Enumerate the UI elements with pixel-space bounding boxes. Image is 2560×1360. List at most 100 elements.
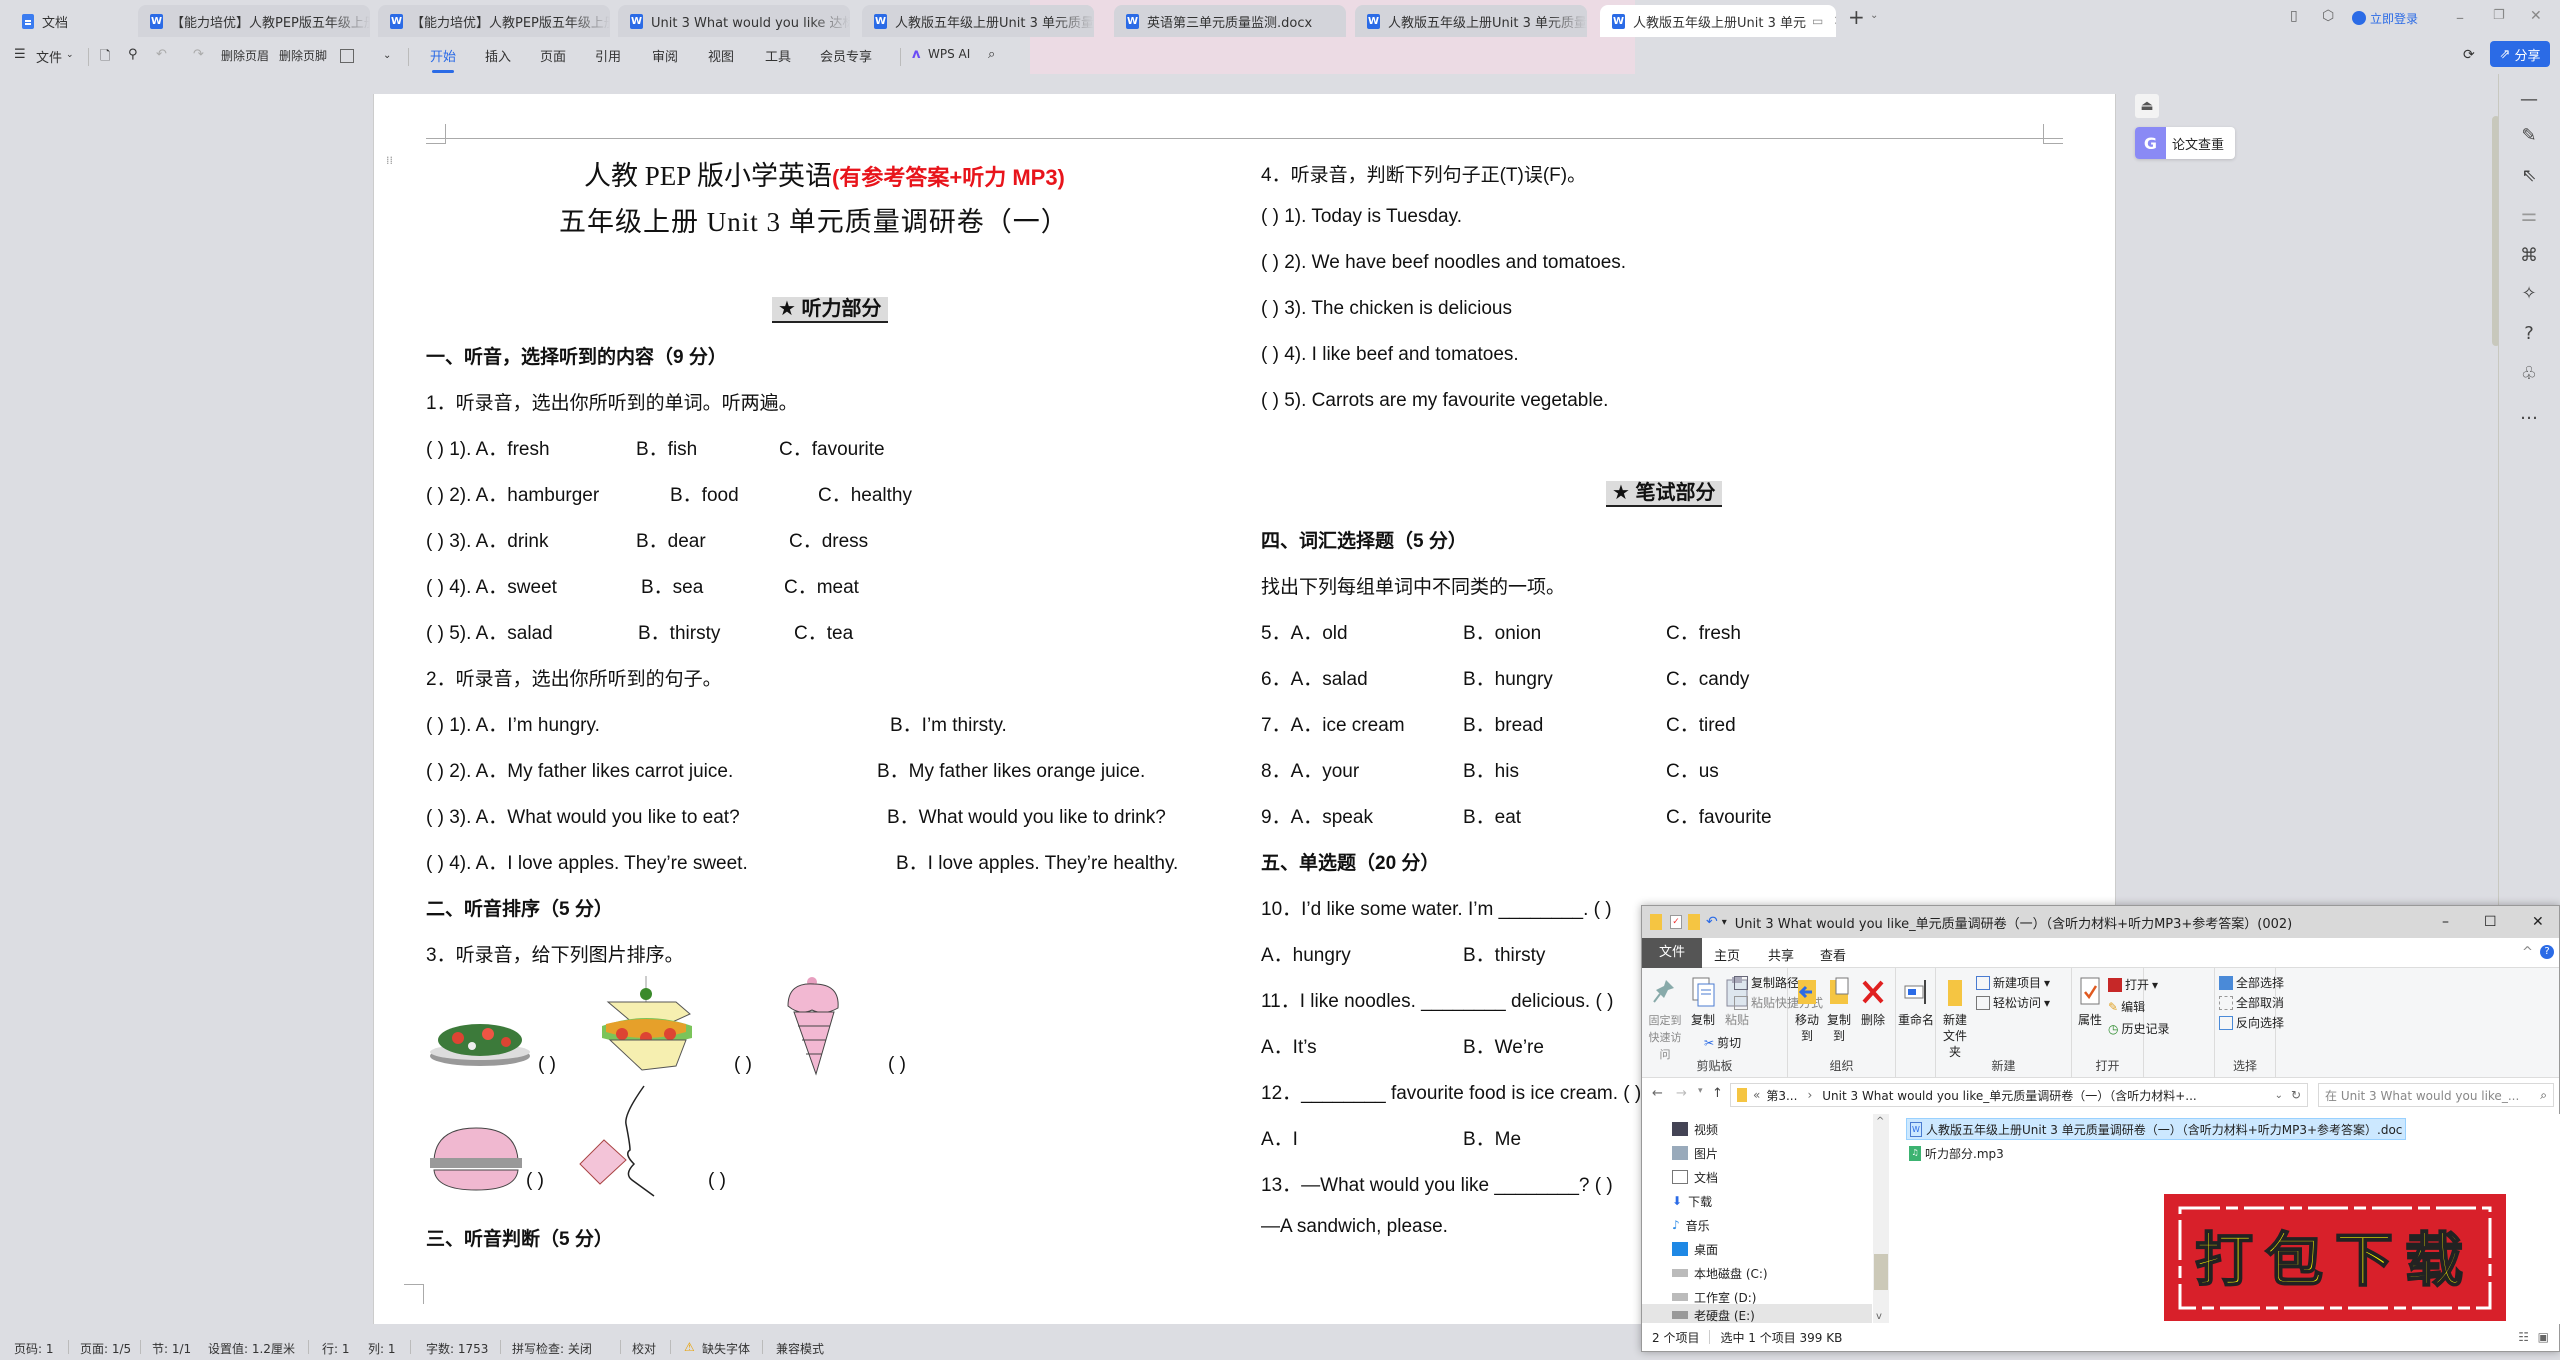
wps-ai-button[interactable]: WPS AI — [928, 47, 970, 61]
nav-item-downloads[interactable]: ⬇ 下载 — [1672, 1190, 1872, 1212]
paper-check-button[interactable]: G 论文查重 — [2135, 127, 2235, 159]
ribbon-tab-insert[interactable]: 插入 — [485, 46, 511, 65]
format-painter-icon[interactable]: ⚲ — [128, 47, 138, 62]
status-word-count[interactable]: 字数: 1753 — [426, 1340, 488, 1357]
move-to-button[interactable]: 移动到 — [1792, 976, 1822, 1044]
status-section[interactable]: 节: 1/1 — [152, 1340, 191, 1357]
pin-quick-access-button[interactable]: 固定到快速访问 — [1646, 976, 1684, 1063]
more-chevron-icon[interactable]: ⌄ — [383, 50, 391, 61]
spell-check-toggle[interactable]: 拼写检查: 关闭 — [512, 1340, 592, 1357]
cloud-sync-icon[interactable]: ⟳ — [2463, 47, 2475, 63]
download-stamp[interactable]: 打包下载 — [2160, 1190, 2510, 1325]
tab-list-chevron-icon[interactable]: ⌄ — [1870, 10, 1878, 21]
ribbon-tab-page[interactable]: 页面 — [540, 46, 566, 65]
tab-document-2[interactable]: W 【能力培优】人教PEP版五年级上册英 — [378, 5, 610, 37]
back-arrow-icon[interactable]: ← — [1652, 1086, 1663, 1101]
tab-home[interactable]: 文档 — [10, 5, 130, 37]
select-none-button[interactable]: 全部取消 — [2219, 994, 2284, 1011]
refresh-icon[interactable]: ↻ — [2291, 1088, 2301, 1102]
new-tab-icon[interactable]: + — [1848, 5, 1865, 29]
ribbon-tab-view[interactable]: 视图 — [708, 46, 734, 65]
ribbon-tab-tools[interactable]: 工具 — [765, 46, 791, 65]
tab-document-4[interactable]: W 人教版五年级上册Unit 3 单元质量调研 — [862, 5, 1094, 37]
monitor-icon[interactable]: ▭ — [1812, 14, 1823, 28]
new-folder-button[interactable]: 新建文件夹 — [1940, 976, 1970, 1060]
help-icon[interactable]: ? — [2540, 945, 2554, 959]
adjust-sliders-icon[interactable]: ⚌ — [2517, 204, 2541, 228]
chevron-down-icon[interactable]: ⌄ — [66, 50, 74, 60]
nav-item-desktop[interactable]: 桌面 — [1672, 1238, 1872, 1260]
cut-button[interactable]: ✂ 剪切 — [1704, 1034, 1741, 1051]
save-icon[interactable]: 🗋 — [100, 47, 110, 69]
tab-document-5[interactable]: W 英语第三单元质量监测.docx — [1114, 5, 1346, 37]
explorer-titlebar[interactable]: ✓ ↶ ▾ Unit 3 What would you like_单元质量调研卷… — [1642, 906, 2559, 938]
explorer-search-input[interactable]: 在 Unit 3 What would you like_... ⌕ — [2318, 1083, 2554, 1107]
cube-icon[interactable]: ⬡ — [2322, 8, 2334, 24]
explorer-tab-home[interactable]: 主页 — [1714, 945, 1740, 964]
rename-button[interactable]: 重命名 — [1896, 976, 1936, 1028]
address-bar[interactable]: « 第3... › Unit 3 What would you like_单元质… — [1730, 1083, 2308, 1107]
help-icon[interactable]: ? — [2517, 322, 2541, 346]
pen-icon[interactable]: ✎ — [2517, 124, 2541, 148]
undo-icon[interactable]: ↶ — [156, 47, 167, 62]
breadcrumb-item[interactable]: Unit 3 What would you like_单元质量调研卷（一）（含听… — [1822, 1087, 2197, 1104]
menu-icon[interactable]: ☰ — [14, 47, 26, 62]
copy-to-button[interactable]: 复制到 — [1824, 976, 1854, 1044]
large-icons-view-icon[interactable]: ▣ — [2538, 1330, 2549, 1344]
forward-arrow-icon[interactable]: → — [1676, 1086, 1687, 1101]
ribbon-tab-review[interactable]: 审阅 — [652, 46, 678, 65]
delete-button[interactable]: 删除 — [1860, 976, 1886, 1028]
properties-quick-icon[interactable]: ✓ — [1670, 915, 1682, 929]
login-link[interactable]: 立即登录 — [2370, 10, 2418, 27]
missing-font-button[interactable]: 缺失字体 — [702, 1340, 750, 1357]
address-dropdown-icon[interactable]: ⌄ — [2275, 1090, 2283, 1101]
new-item-button[interactable]: 新建项目 ▾ — [1976, 974, 2050, 991]
redo-icon[interactable]: ↷ — [193, 47, 204, 62]
nav-item-pictures[interactable]: 图片 — [1672, 1142, 1872, 1164]
undo-quick-icon[interactable]: ↶ — [1706, 914, 1718, 930]
tablet-mode-icon[interactable]: ▯ — [2290, 8, 2298, 24]
tab-document-1[interactable]: W 【能力培优】人教PEP版五年级上册英 — [138, 5, 370, 37]
search-icon[interactable]: ⌕ — [988, 47, 995, 62]
collapse-ribbon-icon[interactable]: ^ — [2522, 945, 2533, 960]
magic-tools-icon[interactable]: ✧ — [2517, 282, 2541, 306]
skin-icon[interactable]: ♧ — [2517, 362, 2541, 386]
details-view-icon[interactable]: ☷ — [2518, 1330, 2529, 1344]
nav-item-documents[interactable]: 文档 — [1672, 1166, 1872, 1188]
explorer-minimize-button[interactable]: – — [2442, 914, 2449, 930]
collapse-panel-button[interactable]: ⏏ — [2135, 94, 2159, 118]
drag-handle-icon[interactable]: ⁞⁞ — [386, 155, 393, 166]
easy-access-button[interactable]: 轻松访问 ▾ — [1976, 994, 2050, 1011]
nav-item-music[interactable]: ♪ 音乐 — [1672, 1214, 1872, 1236]
file-item-mp3[interactable]: ♫ 听力部分.mp3 — [1906, 1142, 2007, 1164]
user-avatar-icon[interactable] — [2352, 11, 2366, 25]
ribbon-tab-home[interactable]: 开始 — [430, 46, 456, 73]
up-arrow-icon[interactable]: ↑ — [1712, 1086, 1723, 1101]
invert-selection-button[interactable]: 反向选择 — [2219, 1014, 2284, 1031]
delete-header-button[interactable]: 删除页眉 — [221, 47, 269, 64]
status-setting[interactable]: 设置值: 1.2厘米 — [208, 1340, 295, 1357]
status-pages[interactable]: 页面: 1/5 — [80, 1340, 131, 1357]
minimize-rail-icon[interactable]: — — [2517, 88, 2541, 112]
status-col[interactable]: 列: 1 — [368, 1340, 396, 1357]
status-row[interactable]: 行: 1 — [322, 1340, 350, 1357]
delete-footer-button[interactable]: 删除页脚 — [279, 47, 327, 64]
share-button[interactable]: ⇗ 分享 — [2490, 41, 2550, 67]
restore-button[interactable]: ❐ — [2493, 8, 2505, 23]
file-item-doc[interactable]: W 人教版五年级上册Unit 3 单元质量调研卷（一）（含听力材料+听力MP3+… — [1906, 1118, 2407, 1140]
nav-item-videos[interactable]: 视频 — [1672, 1118, 1872, 1140]
select-cursor-icon[interactable]: ⇖ — [2517, 164, 2541, 188]
style-brush-icon[interactable]: ⌘ — [2517, 244, 2541, 268]
new-folder-quick-icon[interactable] — [1688, 914, 1700, 930]
nav-scrollbar[interactable]: ^ v — [1873, 1114, 1889, 1324]
nav-item-drive-c[interactable]: 本地磁盘 (C:) — [1672, 1262, 1872, 1284]
file-menu-button[interactable]: 文件 — [36, 47, 62, 66]
status-page-number[interactable]: 页码: 1 — [14, 1340, 54, 1357]
close-window-button[interactable]: ✕ — [2530, 8, 2542, 24]
properties-button[interactable]: 属性 — [2076, 976, 2104, 1028]
explorer-close-button[interactable]: ✕ — [2532, 914, 2544, 930]
proofread-button[interactable]: 校对 — [632, 1340, 656, 1357]
tab-document-6[interactable]: W 人教版五年级上册Unit 3 单元质量调研 — [1355, 5, 1587, 37]
tab-document-active[interactable]: W 人教版五年级上册Unit 3 单元 ▭ ✕ — [1600, 5, 1836, 37]
minimize-button[interactable]: – — [2456, 8, 2464, 27]
